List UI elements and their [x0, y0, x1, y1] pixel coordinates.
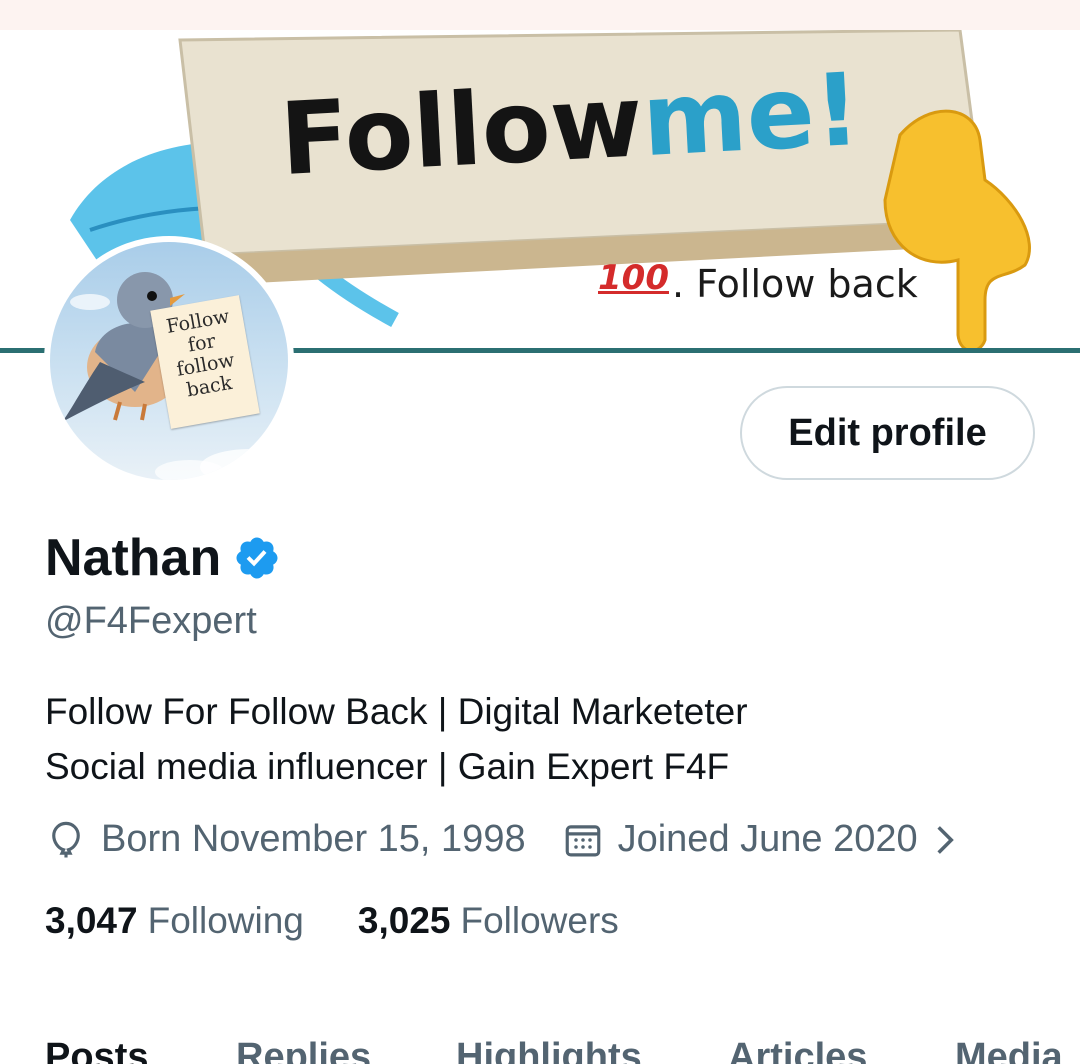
top-strip: [0, 0, 1080, 30]
bio-line: Social media influencer | Gain Expert F4…: [45, 746, 730, 787]
name-row: Nathan: [45, 528, 281, 588]
following-link[interactable]: 3,047 Following: [45, 900, 304, 942]
followers-label: Followers: [460, 900, 619, 941]
joined-item[interactable]: Joined June 2020: [562, 818, 958, 861]
chevron-right-icon[interactable]: [932, 821, 958, 859]
followers-count: 3,025: [357, 900, 451, 941]
following-label: Following: [147, 900, 304, 941]
hundred-emoji-icon: 100: [598, 258, 669, 298]
tab-replies[interactable]: Replies: [236, 1036, 371, 1064]
profile-tabs: Posts Replies Highlights Articles Media: [0, 1036, 1080, 1064]
calendar-icon: [565, 824, 600, 856]
tab-articles[interactable]: Articles: [728, 1036, 867, 1064]
birthday-text: Born November 15, 1998: [101, 818, 526, 860]
banner-headline-follow: Follow: [277, 62, 646, 199]
follow-stats: 3,047 Following 3,025 Followers: [45, 900, 619, 942]
avatar[interactable]: Follow for follow back: [44, 236, 294, 486]
display-name: Nathan: [45, 529, 222, 587]
bio-line: Follow For Follow Back | Digital Markete…: [45, 691, 748, 732]
verified-badge-icon[interactable]: [233, 534, 281, 582]
banner-headline-me: me!: [639, 50, 863, 180]
balloon-icon: [52, 821, 80, 857]
edit-profile-button[interactable]: Edit profile: [740, 386, 1035, 480]
tab-media[interactable]: Media: [955, 1036, 1063, 1064]
bio: Follow For Follow Back | Digital Markete…: [45, 684, 748, 794]
banner-subtext: . Follow back: [672, 262, 918, 306]
avatar-image: Follow for follow back: [50, 242, 288, 480]
birthday-item: Born November 15, 1998: [45, 818, 526, 861]
profile-meta: Born November 15, 1998 Joined June 2020: [45, 818, 958, 861]
followers-link[interactable]: 3,025 Followers: [358, 900, 619, 942]
user-handle: @F4Fexpert: [45, 600, 257, 642]
tab-posts[interactable]: Posts: [45, 1036, 148, 1064]
joined-text: Joined June 2020: [617, 818, 918, 860]
following-count: 3,047: [45, 900, 138, 941]
tab-highlights[interactable]: Highlights: [456, 1036, 642, 1064]
